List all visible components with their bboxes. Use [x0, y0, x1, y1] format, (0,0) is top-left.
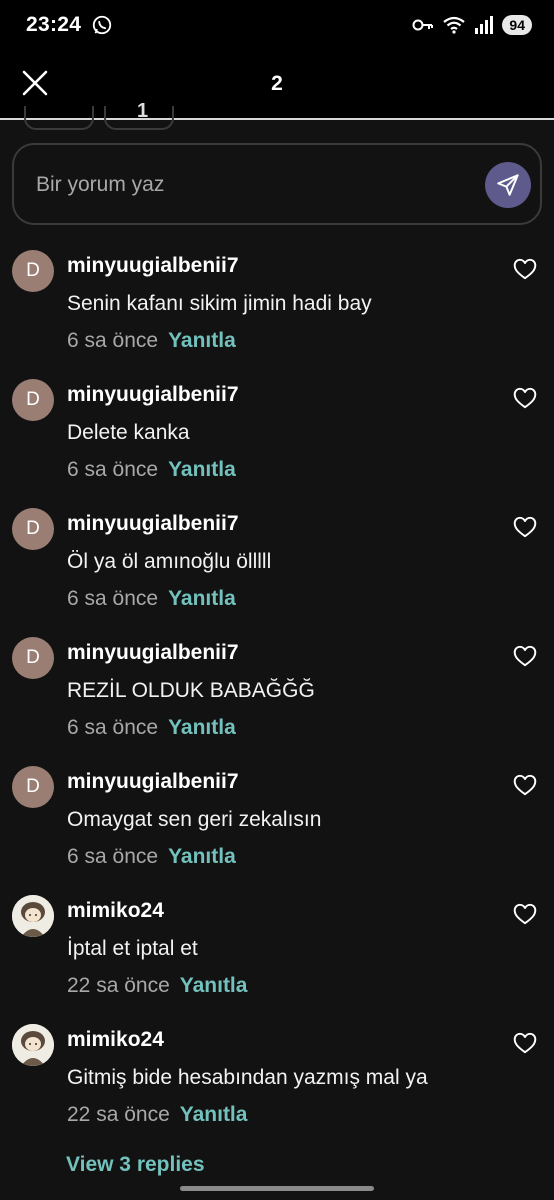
avatar[interactable]: D [12, 508, 54, 550]
avatar[interactable]: D [12, 637, 54, 679]
comment-text: Delete kanka [67, 421, 190, 444]
reply-button[interactable]: Yanıtla [168, 329, 236, 353]
avatar[interactable] [12, 895, 54, 937]
heart-icon[interactable] [512, 1030, 538, 1056]
comment-text: Senin kafanı sikim jimin hadi bay [67, 292, 372, 315]
comment-time: 6 sa önce [67, 329, 159, 352]
comment-time: 6 sa önce [67, 716, 159, 739]
comment-meta: 22 sa önce Yanıtla [67, 974, 247, 998]
avatar-image [12, 1024, 54, 1066]
heart-icon[interactable] [512, 772, 538, 798]
comment-item: D minyuugialbenii7 Delete kanka 6 sa önc… [0, 379, 554, 508]
username[interactable]: minyuugialbenii7 [67, 512, 239, 536]
username[interactable]: minyuugialbenii7 [67, 770, 239, 794]
comment-text: Öl ya öl amınoğlu ölllll [67, 550, 272, 573]
battery-icon: 94 [502, 15, 532, 35]
status-time: 23:24 [26, 13, 82, 36]
comment-meta: 6 sa önce Yanıtla [67, 329, 236, 353]
avatar[interactable] [12, 1024, 54, 1066]
heart-icon[interactable] [512, 901, 538, 927]
comment-time: 6 sa önce [67, 458, 159, 481]
status-bar: 23:24 94 [0, 0, 554, 50]
heart-icon[interactable] [512, 256, 538, 282]
comment-item: D minyuugialbenii7 Senin kafanı sikim ji… [0, 250, 554, 379]
filter-pill-label: 1 [137, 100, 149, 122]
close-icon[interactable] [20, 68, 50, 98]
filter-pill-count[interactable]: 1 [104, 100, 174, 130]
comments-screen: 23:24 94 2 1 Bir yorum yaz D minyuugialb… [0, 0, 554, 1200]
comment-time: 22 sa önce [67, 974, 170, 997]
comment-item: mimiko24 Gitmiş bide hesabından yazmış m… [0, 1024, 554, 1153]
comment-item: D minyuugialbenii7 Öl ya öl amınoğlu öll… [0, 508, 554, 637]
comment-meta: 6 sa önce Yanıtla [67, 716, 236, 740]
wifi-icon [443, 16, 466, 34]
heart-icon[interactable] [512, 514, 538, 540]
comment-item: mimiko24 İptal et iptal et 22 sa önce Ya… [0, 895, 554, 1024]
reply-button[interactable]: Yanıtla [168, 458, 236, 482]
avatar[interactable]: D [12, 379, 54, 421]
send-icon [497, 174, 519, 196]
comment-meta: 6 sa önce Yanıtla [67, 458, 236, 482]
signal-icon [475, 16, 494, 34]
avatar[interactable]: D [12, 250, 54, 292]
status-icons: 94 [412, 15, 532, 35]
comment-time: 6 sa önce [67, 845, 159, 868]
comment-input-box [12, 143, 542, 225]
reply-button[interactable]: Yanıtla [168, 845, 236, 869]
comment-item: D minyuugialbenii7 REZİL OLDUK BABAĞĞĞ 6… [0, 637, 554, 766]
comment-meta: 6 sa önce Yanıtla [67, 587, 236, 611]
avatar-image [12, 895, 54, 937]
reply-button[interactable]: Yanıtla [168, 716, 236, 740]
username[interactable]: minyuugialbenii7 [67, 383, 239, 407]
reply-button[interactable]: Yanıtla [168, 587, 236, 611]
reply-button[interactable]: Yanıtla [180, 1103, 248, 1127]
comment-time: 6 sa önce [67, 587, 159, 610]
heart-icon[interactable] [512, 385, 538, 411]
reply-button[interactable]: Yanıtla [180, 974, 248, 998]
comment-text: Omaygat sen geri zekalısın [67, 808, 322, 831]
key-icon [412, 19, 434, 31]
comment-input[interactable] [36, 167, 466, 203]
comment-text: Gitmiş bide hesabından yazmış mal ya [67, 1066, 428, 1089]
comment-meta: 6 sa önce Yanıtla [67, 845, 236, 869]
username[interactable]: minyuugialbenii7 [67, 641, 239, 665]
username[interactable]: mimiko24 [67, 1028, 164, 1052]
filter-pill[interactable] [24, 106, 94, 130]
comment-meta: 22 sa önce Yanıtla [67, 1103, 247, 1127]
send-button[interactable] [485, 162, 531, 208]
avatar[interactable]: D [12, 766, 54, 808]
whatsapp-icon [93, 15, 112, 35]
heart-icon[interactable] [512, 643, 538, 669]
username[interactable]: minyuugialbenii7 [67, 254, 239, 278]
home-indicator[interactable] [180, 1186, 374, 1191]
comment-text: İptal et iptal et [67, 937, 198, 960]
comment-item: D minyuugialbenii7 Omaygat sen geri zeka… [0, 766, 554, 895]
view-replies-link[interactable]: View 3 replies [66, 1153, 205, 1177]
comment-time: 22 sa önce [67, 1103, 170, 1126]
comment-text: REZİL OLDUK BABAĞĞĞ [67, 679, 315, 702]
page-title: 2 [271, 72, 283, 95]
username[interactable]: mimiko24 [67, 899, 164, 923]
battery-level: 94 [509, 17, 525, 33]
